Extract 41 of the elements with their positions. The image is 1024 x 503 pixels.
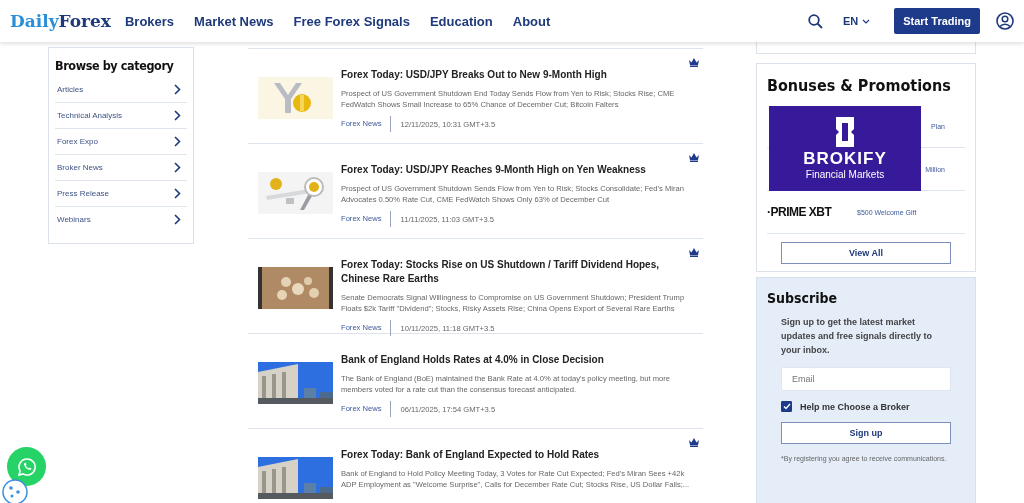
article-title[interactable]: Forex Today: USD/JPY Breaks Out to New 9-Month High: [341, 68, 693, 82]
nav-link[interactable]: Market News: [194, 13, 274, 29]
chevron-right-icon: [174, 188, 181, 199]
nav-link[interactable]: Education: [429, 13, 493, 29]
search-icon[interactable]: [807, 13, 823, 29]
category-link[interactable]: Technical Analysis: [55, 103, 187, 129]
checkbox[interactable]: [781, 401, 792, 412]
panel-title: Bonuses & Promotions: [767, 76, 952, 95]
panel-title: Browse by category: [55, 58, 175, 73]
category-link[interactable]: Press Release: [55, 181, 187, 207]
category-link[interactable]: Broker News: [55, 155, 187, 181]
checkbox-label: Help me Choose a Broker: [800, 401, 910, 412]
broker-logo[interactable]: ·PRIME XBT: [767, 205, 857, 219]
chevron-right-icon: [174, 136, 181, 147]
subscribe-text: Sign up to get the latest market updates and free signals directly to your inbox.: [781, 316, 934, 357]
brand-banner[interactable]: BROKIFY Financial Markets: [769, 106, 921, 191]
category-link[interactable]: Articles: [55, 77, 187, 103]
chevron-right-icon: [174, 162, 181, 173]
view-all-button[interactable]: View All: [781, 242, 951, 264]
nav-link[interactable]: Free Forex Signals: [293, 13, 410, 29]
nav-link[interactable]: About: [512, 13, 551, 29]
chevron-right-icon: [174, 214, 181, 225]
article-title[interactable]: Forex Today: Stocks Rise on US Shutdown / Tariff Dividend Hopes, Chinese Rare Earths: [341, 258, 693, 286]
article-title[interactable]: Forex Today: Bank of England Expected to Hold Rates: [341, 448, 693, 462]
panel-title: Subscribe: [767, 290, 839, 306]
sign-up-button[interactable]: Sign up: [781, 422, 951, 444]
category-link[interactable]: Webinars: [55, 207, 187, 232]
user-account-icon[interactable]: [996, 12, 1014, 30]
chevron-right-icon: [174, 84, 181, 95]
language-selector[interactable]: EN: [842, 15, 871, 27]
start-trading-button[interactable]: Start Trading: [894, 8, 980, 34]
site-logo[interactable]: DailyForex: [10, 11, 111, 31]
article-title[interactable]: Forex Today: USD/JPY Reaches 9-Month High on Yen Weakness: [341, 163, 693, 177]
category-link[interactable]: Forex Expo: [55, 129, 187, 155]
caret-icon: [862, 18, 871, 24]
article-title[interactable]: Bank of England Holds Rates at 4.0% in Close Decision: [341, 353, 693, 367]
email-field[interactable]: Email: [781, 367, 951, 391]
chat-icon: [16, 456, 37, 477]
chevron-right-icon: [174, 110, 181, 121]
cookie-icon[interactable]: [2, 479, 28, 503]
nav-link[interactable]: Brokers: [124, 13, 175, 29]
